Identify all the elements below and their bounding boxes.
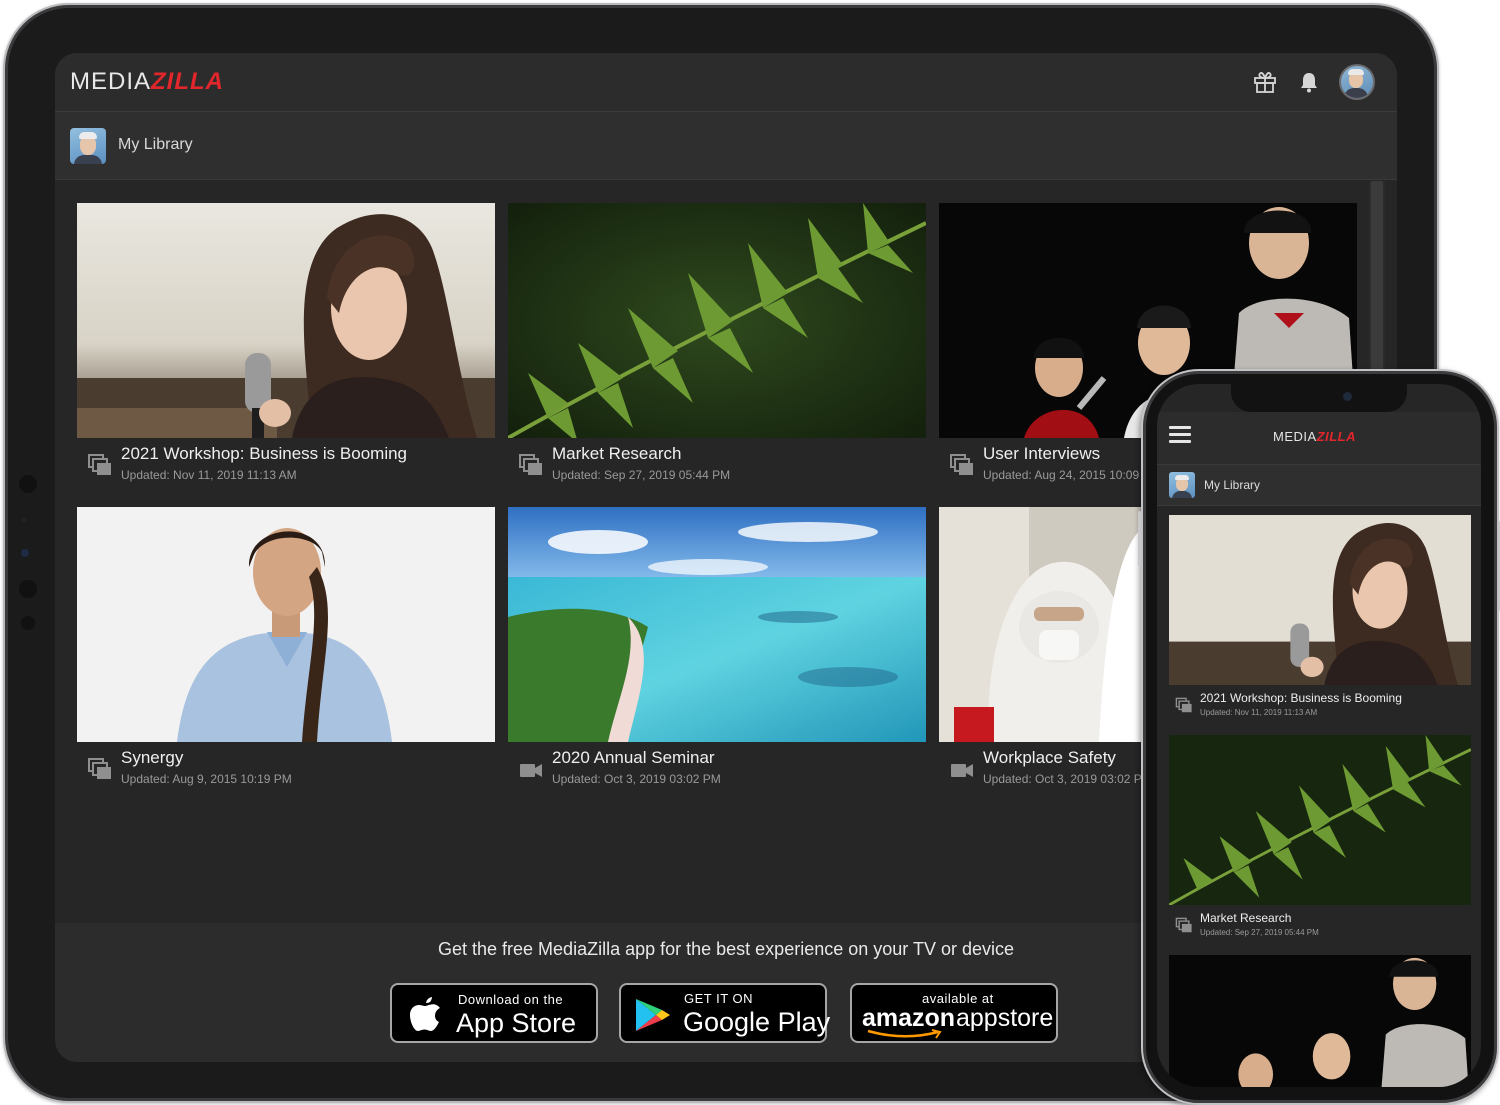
phone-volume-button bbox=[1138, 511, 1141, 566]
amazon-smile-icon bbox=[867, 1029, 942, 1039]
thumbnail-synergy[interactable] bbox=[77, 507, 495, 742]
phone-notch bbox=[1231, 384, 1407, 412]
tablet-sensor bbox=[19, 580, 37, 598]
menu-line bbox=[1169, 426, 1191, 429]
phone-mediazilla-logo[interactable]: MEDIAZILLA bbox=[1273, 429, 1356, 444]
thumbnail-workshop[interactable] bbox=[77, 203, 495, 438]
tablet-camera bbox=[21, 549, 29, 557]
avatar-hair bbox=[1175, 475, 1189, 480]
card-updated: Updated: Sep 27, 2019 05:44 PM bbox=[552, 468, 731, 482]
stack-icon bbox=[87, 757, 113, 783]
thumbnail-interviews[interactable] bbox=[1169, 955, 1471, 1087]
avatar-shirt bbox=[1172, 491, 1192, 498]
media-card[interactable]: Synergy Updated: Aug 9, 2015 10:19 PM bbox=[77, 507, 495, 797]
app-store-small-text: Download on the bbox=[458, 992, 564, 1007]
phone-device-frame: MEDIAZILLA My Library 2021 Workshop: Bus… bbox=[1138, 369, 1500, 1105]
thumbnail-workshop[interactable] bbox=[1169, 515, 1471, 685]
media-card[interactable] bbox=[1169, 955, 1471, 1087]
card-title[interactable]: 2021 Workshop: Business is Booming bbox=[1200, 691, 1402, 705]
card-title[interactable]: Synergy bbox=[121, 748, 183, 768]
bell-icon[interactable] bbox=[1295, 68, 1323, 96]
card-title[interactable]: Market Research bbox=[1200, 911, 1291, 925]
menu-line bbox=[1169, 440, 1191, 443]
tablet-sensor bbox=[21, 616, 35, 630]
tablet-sensor bbox=[19, 475, 37, 493]
apple-icon bbox=[410, 997, 440, 1031]
library-header: My Library bbox=[55, 112, 1397, 180]
library-owner-avatar bbox=[1169, 472, 1195, 498]
library-title: My Library bbox=[118, 136, 193, 153]
google-play-button[interactable]: GET IT ON Google Play bbox=[619, 983, 831, 1043]
tablet-sensor bbox=[21, 517, 27, 523]
card-updated: Updated: Oct 3, 2019 03:02 PM bbox=[552, 772, 721, 786]
amazon-appstore-button[interactable]: available at amazon appstore bbox=[850, 983, 1058, 1043]
card-title[interactable]: 2021 Workshop: Business is Booming bbox=[121, 444, 407, 464]
card-updated: Updated: Oct 3, 2019 03:02 P bbox=[983, 772, 1142, 786]
thumbnail-fern[interactable] bbox=[508, 203, 926, 438]
media-card[interactable]: 2021 Workshop: Business is Booming Updat… bbox=[1169, 515, 1471, 725]
card-updated: Updated: Nov 11, 2019 11:13 AM bbox=[121, 468, 297, 482]
phone-screen: MEDIAZILLA My Library 2021 Workshop: Bus… bbox=[1157, 384, 1481, 1087]
mediazilla-logo[interactable]: MEDIAZILLA bbox=[70, 69, 224, 95]
library-owner-avatar bbox=[70, 128, 106, 164]
google-play-small-text: GET IT ON bbox=[684, 991, 754, 1006]
media-card[interactable]: Market Research Updated: Sep 27, 2019 05… bbox=[1169, 735, 1471, 945]
card-updated: Updated: Nov 11, 2019 11:13 AM bbox=[1200, 708, 1318, 717]
card-title[interactable]: Market Research bbox=[552, 444, 681, 464]
library-title: My Library bbox=[1204, 478, 1261, 492]
video-camera-icon bbox=[518, 757, 544, 783]
top-navigation-bar: MEDIAZILLA bbox=[55, 53, 1397, 112]
stack-icon bbox=[949, 453, 975, 479]
card-updated: Updated: Sep 27, 2019 05:44 PM bbox=[1200, 928, 1319, 937]
google-play-large-text: Google Play bbox=[683, 1007, 831, 1037]
media-card[interactable]: 2020 Annual Seminar Updated: Oct 3, 2019… bbox=[508, 507, 926, 797]
stack-icon bbox=[1175, 917, 1193, 935]
stack-icon bbox=[87, 453, 113, 479]
logo-text-media: MEDIA bbox=[1273, 429, 1317, 444]
phone-library-header: My Library bbox=[1157, 465, 1481, 506]
menu-line bbox=[1169, 433, 1191, 436]
card-title[interactable]: User Interviews bbox=[983, 444, 1100, 464]
avatar-shirt bbox=[74, 155, 102, 164]
stack-icon bbox=[518, 453, 544, 479]
amazon-appstore-text: appstore bbox=[956, 1004, 1054, 1032]
gift-icon[interactable] bbox=[1251, 68, 1279, 96]
media-card[interactable]: Market Research Updated: Sep 27, 2019 05… bbox=[508, 203, 926, 493]
card-title[interactable]: 2020 Annual Seminar bbox=[552, 748, 715, 768]
app-store-large-text: App Store bbox=[456, 1008, 577, 1038]
google-play-icon bbox=[636, 999, 670, 1031]
app-store-button[interactable]: Download on the App Store bbox=[390, 983, 598, 1043]
thumbnail-fern[interactable] bbox=[1169, 735, 1471, 905]
media-card[interactable]: 2021 Workshop: Business is Booming Updat… bbox=[77, 203, 495, 493]
avatar-hair bbox=[79, 132, 97, 139]
logo-text-media: MEDIA bbox=[70, 68, 152, 95]
avatar-shirt bbox=[1344, 88, 1368, 98]
thumbnail-beach[interactable] bbox=[508, 507, 926, 742]
hamburger-menu-icon[interactable] bbox=[1169, 426, 1191, 444]
card-updated: Updated: Aug 24, 2015 10:09 bbox=[983, 468, 1140, 482]
logo-text-zilla: ZILLA bbox=[151, 68, 224, 95]
front-camera bbox=[1343, 392, 1352, 401]
user-avatar[interactable] bbox=[1339, 64, 1375, 100]
avatar-hair bbox=[1348, 69, 1364, 75]
phone-top-bar: MEDIAZILLA bbox=[1157, 412, 1481, 465]
stack-icon bbox=[1175, 697, 1193, 715]
card-title[interactable]: Workplace Safety bbox=[983, 748, 1116, 768]
card-updated: Updated: Aug 9, 2015 10:19 PM bbox=[121, 772, 292, 786]
video-camera-icon bbox=[949, 757, 975, 783]
logo-text-zilla: ZILLA bbox=[1316, 429, 1356, 444]
header-actions bbox=[1251, 64, 1375, 100]
